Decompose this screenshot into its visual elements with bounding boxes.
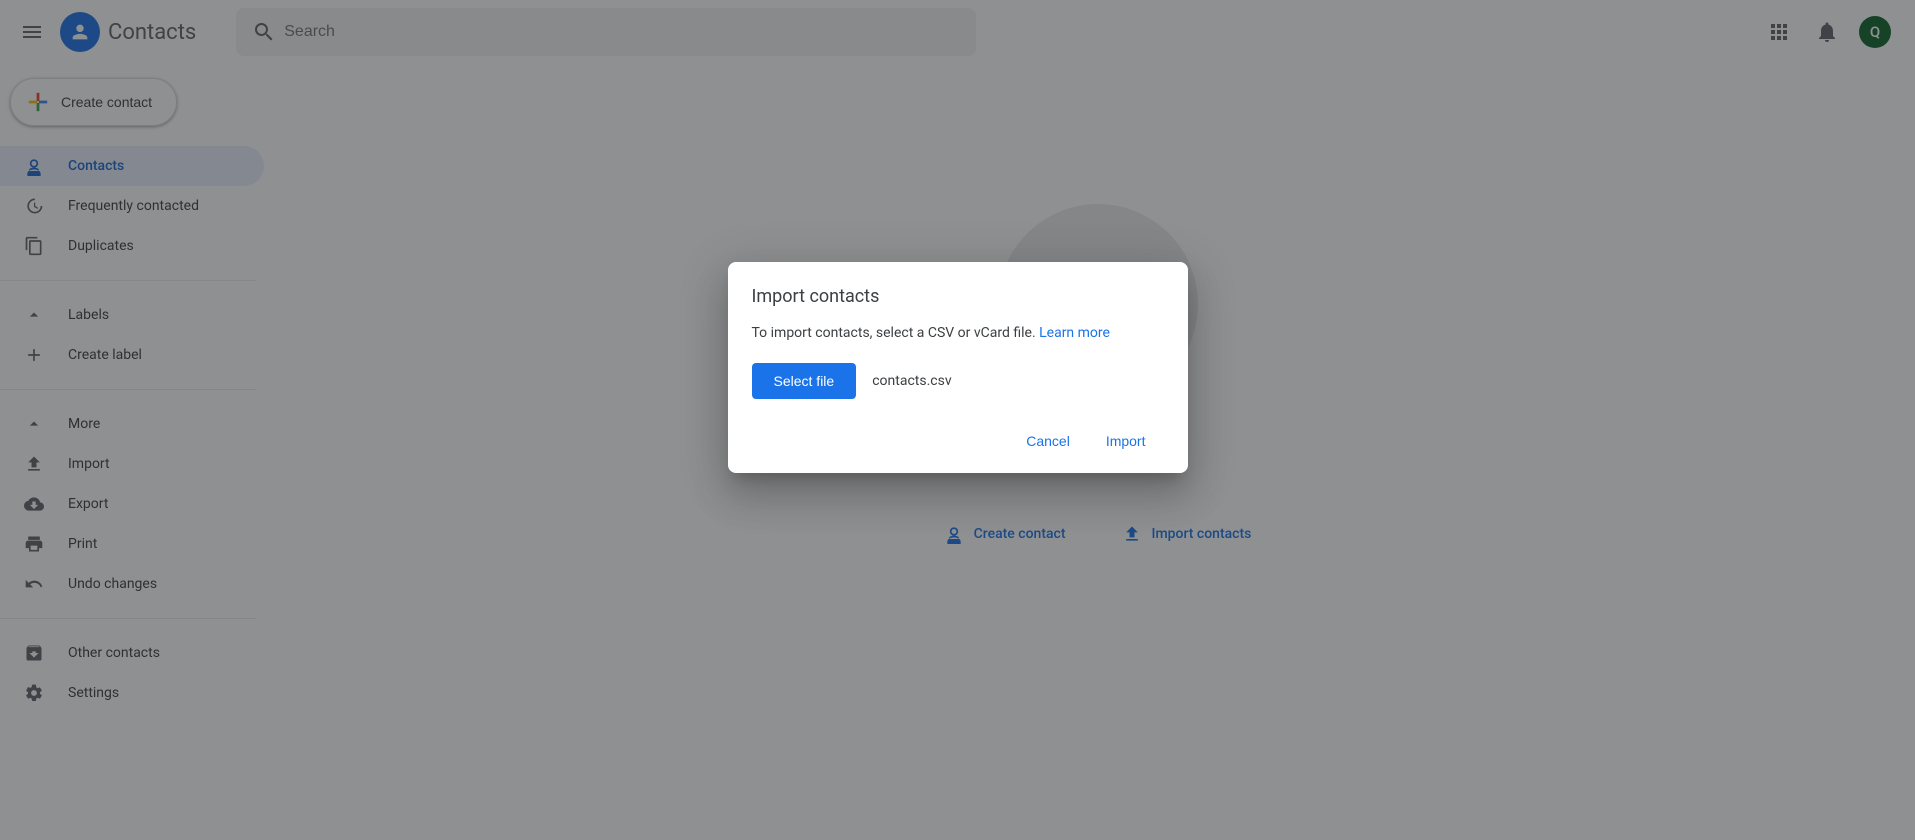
select-file-button[interactable]: Select file <box>752 363 857 399</box>
file-select-row: Select file contacts.csv <box>752 363 1164 399</box>
import-button[interactable]: Import <box>1106 433 1146 449</box>
dialog-title: Import contacts <box>752 286 1164 307</box>
cancel-button[interactable]: Cancel <box>1026 433 1070 449</box>
dialog-body-text: To import contacts, select a CSV or vCar… <box>752 325 1164 341</box>
import-contacts-dialog: Import contacts To import contacts, sele… <box>728 262 1188 473</box>
learn-more-link[interactable]: Learn more <box>1039 325 1110 341</box>
selected-filename: contacts.csv <box>872 373 951 389</box>
dialog-actions: Cancel Import <box>752 433 1164 449</box>
modal-overlay[interactable]: Import contacts To import contacts, sele… <box>0 0 1915 840</box>
app-root: Contacts Q <box>0 0 1915 840</box>
dialog-body-span: To import contacts, select a CSV or vCar… <box>752 325 1040 341</box>
